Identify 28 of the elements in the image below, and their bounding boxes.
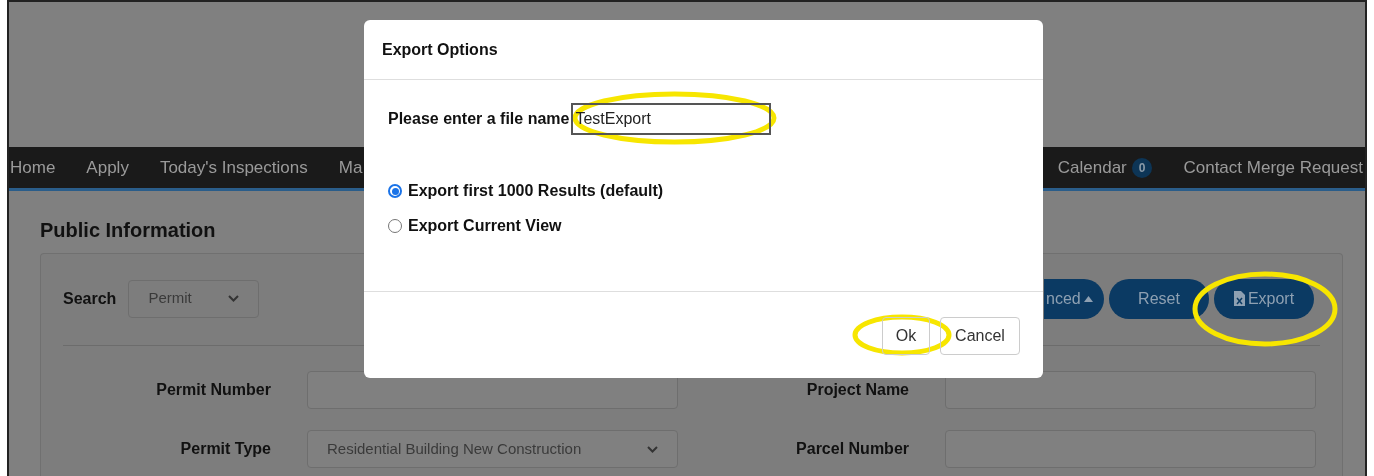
count-badge: 0: [1131, 157, 1153, 178]
chevron-down-icon: [228, 295, 240, 302]
ok-button[interactable]: Ok: [882, 317, 930, 355]
advanced-button[interactable]: nced: [1044, 278, 1104, 319]
field-label: Permit Type: [179, 439, 271, 459]
radio-button[interactable]: [388, 184, 402, 198]
nav-link[interactable]: Calendar 0: [1057, 154, 1153, 181]
field-label: Parcel Number: [795, 439, 909, 459]
field-label: Permit Number: [155, 380, 271, 400]
reset-button[interactable]: Reset: [1109, 278, 1209, 319]
nav-link[interactable]: Contact Merge Request: [1183, 154, 1363, 181]
export-button[interactable]: Export: [1214, 278, 1314, 319]
filename-label: Please enter a file name: [388, 109, 570, 129]
nav-link[interactable]: Apply: [86, 154, 129, 181]
nav-link[interactable]: Home: [10, 154, 56, 181]
field-label: Project Name: [805, 380, 909, 400]
search-label: Search: [63, 288, 117, 309]
radio-option[interactable]: Export Current View: [388, 214, 1019, 238]
radio-option[interactable]: Export first 1000 Results (default): [388, 179, 1019, 203]
cancel-button[interactable]: Cancel: [940, 317, 1020, 355]
chevron-down-icon: [647, 445, 658, 453]
page-title: Public Information: [40, 218, 216, 243]
caret-up-icon: [1083, 295, 1093, 302]
nav-link[interactable]: Ma: [338, 154, 363, 181]
input-field[interactable]: [945, 371, 1316, 409]
nav-link[interactable]: Today's Inspections: [159, 154, 308, 181]
dialog-title: Export Options: [382, 39, 498, 60]
spreadsheet-file-icon: [1233, 291, 1245, 306]
